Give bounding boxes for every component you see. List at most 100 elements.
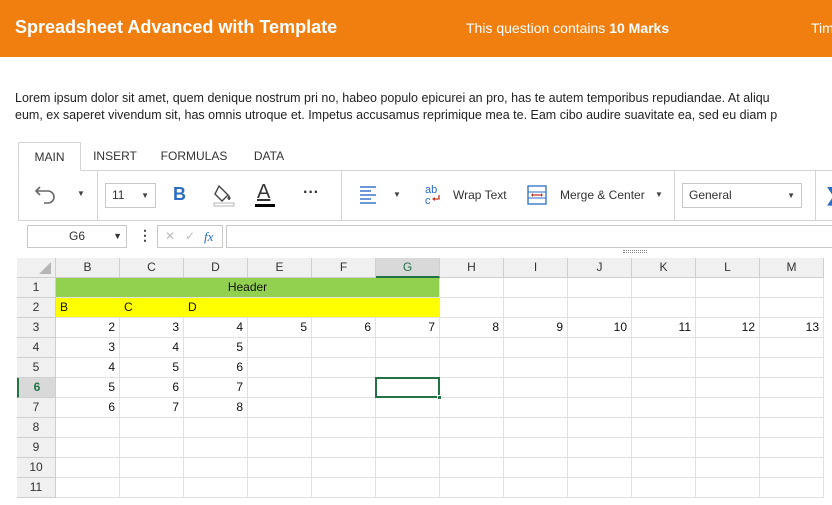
cell-text[interactable]: B [56,298,120,318]
cell[interactable] [760,278,824,298]
cell[interactable] [568,478,632,498]
cell[interactable] [440,438,504,458]
cell[interactable] [760,358,824,378]
cell[interactable] [248,438,312,458]
cell[interactable] [632,338,696,358]
column-header-b[interactable]: B [56,258,120,278]
cell-value[interactable]: 4 [56,358,120,378]
row-header-5[interactable]: 5 [17,358,56,378]
cell[interactable] [760,438,824,458]
cell[interactable] [56,478,120,498]
column-header-k[interactable]: K [632,258,696,278]
cell[interactable] [632,478,696,498]
cell-value[interactable]: 8 [440,318,504,338]
cell[interactable] [312,358,376,378]
cell[interactable] [312,438,376,458]
cell[interactable] [760,298,824,318]
cell[interactable] [312,378,376,398]
cell[interactable] [760,398,824,418]
cell[interactable] [632,298,696,318]
cell-value[interactable]: 7 [376,318,440,338]
cell[interactable] [440,398,504,418]
cell[interactable] [248,358,312,378]
cell[interactable] [696,418,760,438]
cell[interactable] [696,458,760,478]
cell[interactable] [312,458,376,478]
cell[interactable] [504,478,568,498]
cell[interactable] [248,338,312,358]
column-header-g[interactable]: G [376,258,440,278]
cell[interactable] [504,358,568,378]
cell[interactable] [312,478,376,498]
cell[interactable] [568,378,632,398]
cell[interactable] [120,478,184,498]
cell[interactable] [440,458,504,478]
cell[interactable] [760,418,824,438]
cell[interactable] [184,478,248,498]
row-header-3[interactable]: 3 [17,318,56,338]
cell[interactable] [440,298,504,318]
selected-cell-outline[interactable] [375,377,440,398]
cell[interactable] [696,478,760,498]
cell-text[interactable]: C [120,298,184,318]
cell[interactable] [632,378,696,398]
cell[interactable] [504,398,568,418]
fill-handle[interactable] [437,395,442,400]
cell-value[interactable]: 6 [56,398,120,418]
cell[interactable] [568,418,632,438]
cell[interactable] [696,278,760,298]
cell[interactable] [632,278,696,298]
cell[interactable] [440,278,504,298]
row-header-6[interactable]: 6 [17,378,56,398]
cell[interactable] [696,378,760,398]
row-header-9[interactable]: 9 [17,438,56,458]
column-header-j[interactable]: J [568,258,632,278]
cell-value[interactable]: 5 [248,318,312,338]
cell[interactable] [120,458,184,478]
cell[interactable] [504,458,568,478]
column-header-f[interactable]: F [312,258,376,278]
cell[interactable] [632,398,696,418]
merged-header-cell[interactable]: Header [56,278,440,298]
cell-value[interactable]: 13 [760,318,824,338]
cell[interactable] [568,278,632,298]
cell[interactable] [120,418,184,438]
cell-value[interactable]: 8 [184,398,248,418]
cell[interactable] [568,438,632,458]
cell[interactable] [376,398,440,418]
cell[interactable] [696,398,760,418]
cell[interactable] [440,358,504,378]
row-header-1[interactable]: 1 [17,278,56,298]
column-header-d[interactable]: D [184,258,248,278]
cell[interactable] [376,418,440,438]
cell[interactable] [56,458,120,478]
cell[interactable] [184,458,248,478]
cell[interactable] [696,338,760,358]
cell-value[interactable]: 6 [312,318,376,338]
cell-value[interactable]: 12 [696,318,760,338]
cell[interactable] [248,398,312,418]
cell[interactable] [504,298,568,318]
column-header-l[interactable]: L [696,258,760,278]
cell[interactable] [56,418,120,438]
row-header-7[interactable]: 7 [17,398,56,418]
column-header-c[interactable]: C [120,258,184,278]
cell[interactable] [312,418,376,438]
cell-value[interactable]: 6 [184,358,248,378]
cell[interactable] [312,398,376,418]
cell-value[interactable]: 9 [504,318,568,338]
cell[interactable] [568,398,632,418]
column-header-m[interactable]: M [760,258,824,278]
cell[interactable] [568,338,632,358]
cell[interactable] [504,418,568,438]
row-header-4[interactable]: 4 [17,338,56,358]
cell-value[interactable]: 4 [120,338,184,358]
cell[interactable] [440,418,504,438]
row-header-8[interactable]: 8 [17,418,56,438]
cell-value[interactable]: 10 [568,318,632,338]
row-header-10[interactable]: 10 [17,458,56,478]
cell-value[interactable]: 2 [56,318,120,338]
row-header-2[interactable]: 2 [17,298,56,318]
cell[interactable] [760,378,824,398]
cell[interactable] [440,478,504,498]
